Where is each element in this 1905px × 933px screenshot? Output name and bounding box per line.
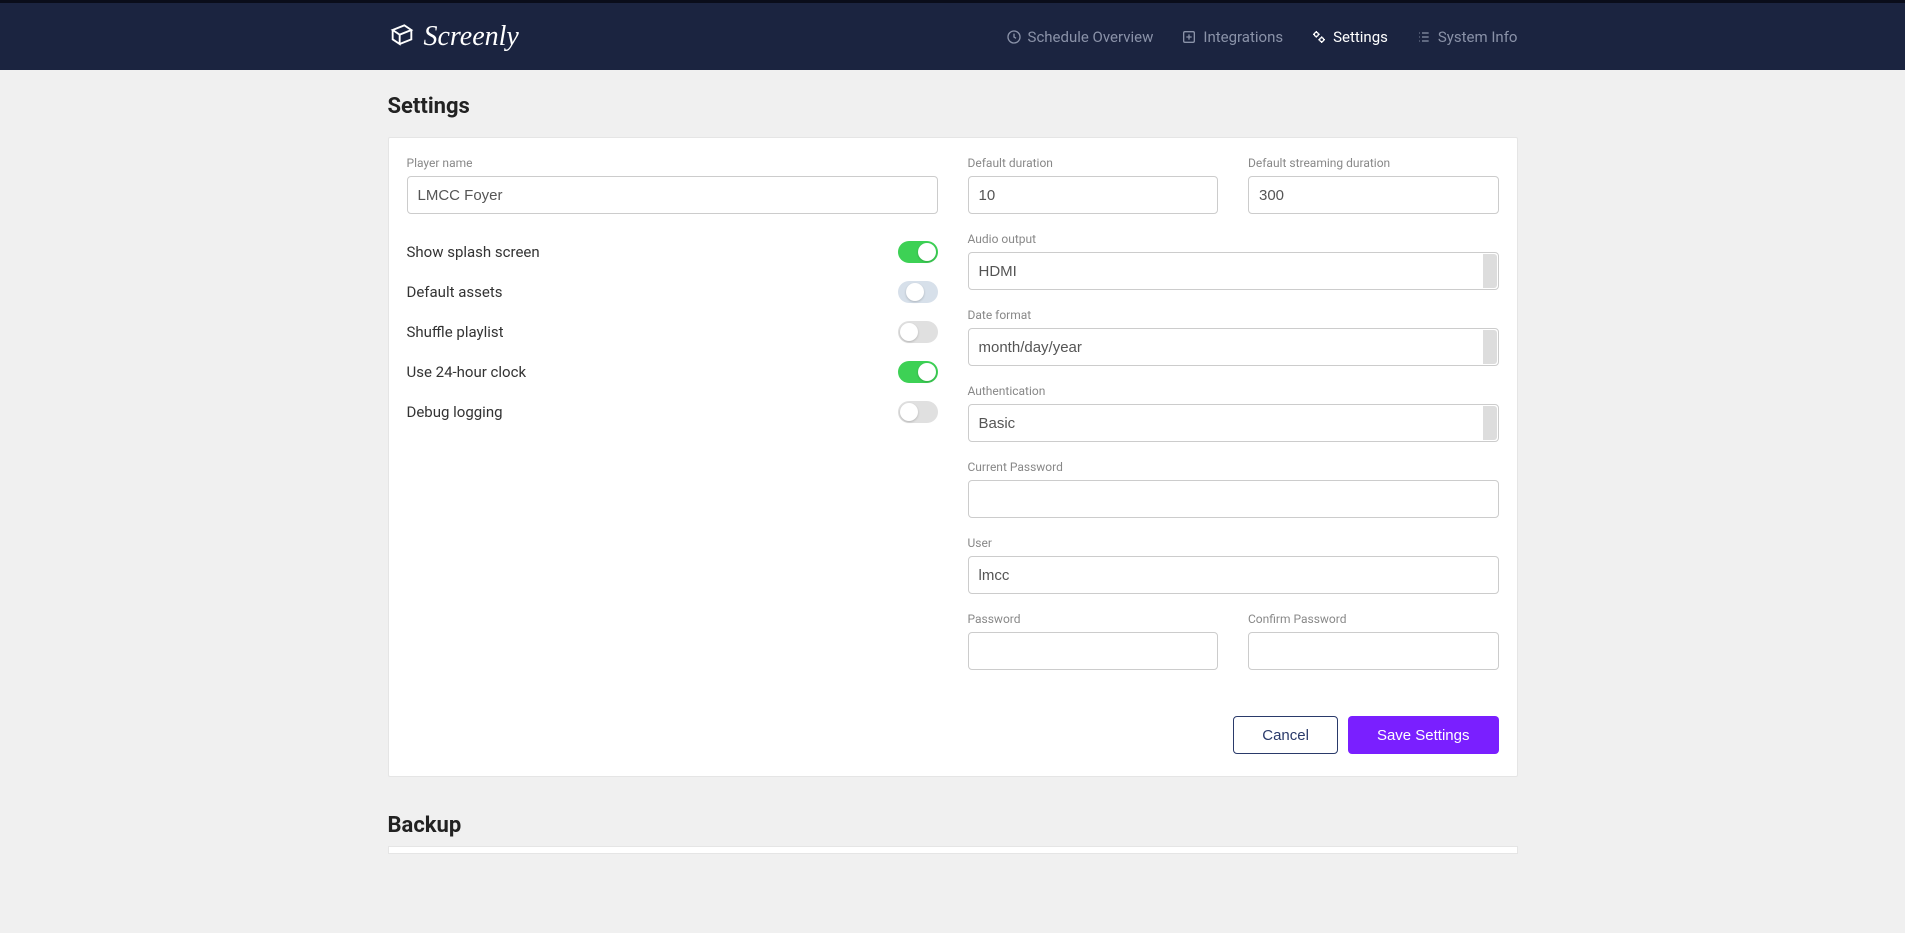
audio-output-label: Audio output [968,232,1499,246]
use-24h-label: Use 24-hour clock [407,363,527,381]
show-splash-toggle[interactable] [898,241,938,263]
nav-label: Settings [1333,28,1388,46]
default-duration-label: Default duration [968,156,1219,170]
current-password-label: Current Password [968,460,1499,474]
date-format-select[interactable]: month/day/year [968,328,1499,366]
default-streaming-duration-input[interactable] [1248,176,1499,214]
audio-output-select[interactable]: HDMI [968,252,1499,290]
save-settings-button[interactable]: Save Settings [1348,716,1499,754]
user-label: User [968,536,1499,550]
nav-schedule-overview[interactable]: Schedule Overview [1006,28,1154,46]
default-streaming-duration-label: Default streaming duration [1248,156,1499,170]
debug-logging-label: Debug logging [407,403,503,421]
player-name-input[interactable] [407,176,938,214]
logo-icon [388,23,416,51]
confirm-password-label: Confirm Password [1248,612,1499,626]
password-label: Password [968,612,1219,626]
show-splash-label: Show splash screen [407,243,540,261]
plus-square-icon [1181,29,1197,45]
logo-text: Screenly [424,21,519,53]
settings-panel: Player name Show splash screen Default a… [388,137,1518,777]
nav-system-info[interactable]: System Info [1416,28,1518,46]
main-nav: Schedule Overview Integrations Settings … [1006,28,1518,46]
list-icon [1416,29,1432,45]
nav-integrations[interactable]: Integrations [1181,28,1283,46]
authentication-select[interactable]: Basic [968,404,1499,442]
nav-label: Integrations [1203,28,1283,46]
password-input[interactable] [968,632,1219,670]
shuffle-playlist-label: Shuffle playlist [407,323,504,341]
nav-label: Schedule Overview [1028,28,1154,46]
player-name-label: Player name [407,156,938,170]
confirm-password-input[interactable] [1248,632,1499,670]
user-input[interactable] [968,556,1499,594]
default-duration-input[interactable] [968,176,1219,214]
topbar: Screenly Schedule Overview Integrations … [0,0,1905,70]
clock-icon [1006,29,1022,45]
default-assets-label: Default assets [407,283,503,301]
shuffle-playlist-toggle[interactable] [898,321,938,343]
debug-logging-toggle[interactable] [898,401,938,423]
nav-label: System Info [1438,28,1518,46]
backup-panel [388,846,1518,854]
cancel-button[interactable]: Cancel [1233,716,1338,754]
default-assets-toggle[interactable] [898,281,938,303]
use-24h-toggle[interactable] [898,361,938,383]
backup-title: Backup [388,813,1518,838]
gears-icon [1311,29,1327,45]
page-title: Settings [388,94,1518,119]
nav-settings[interactable]: Settings [1311,28,1388,46]
current-password-input[interactable] [968,480,1499,518]
date-format-label: Date format [968,308,1499,322]
authentication-label: Authentication [968,384,1499,398]
logo[interactable]: Screenly [388,21,519,53]
